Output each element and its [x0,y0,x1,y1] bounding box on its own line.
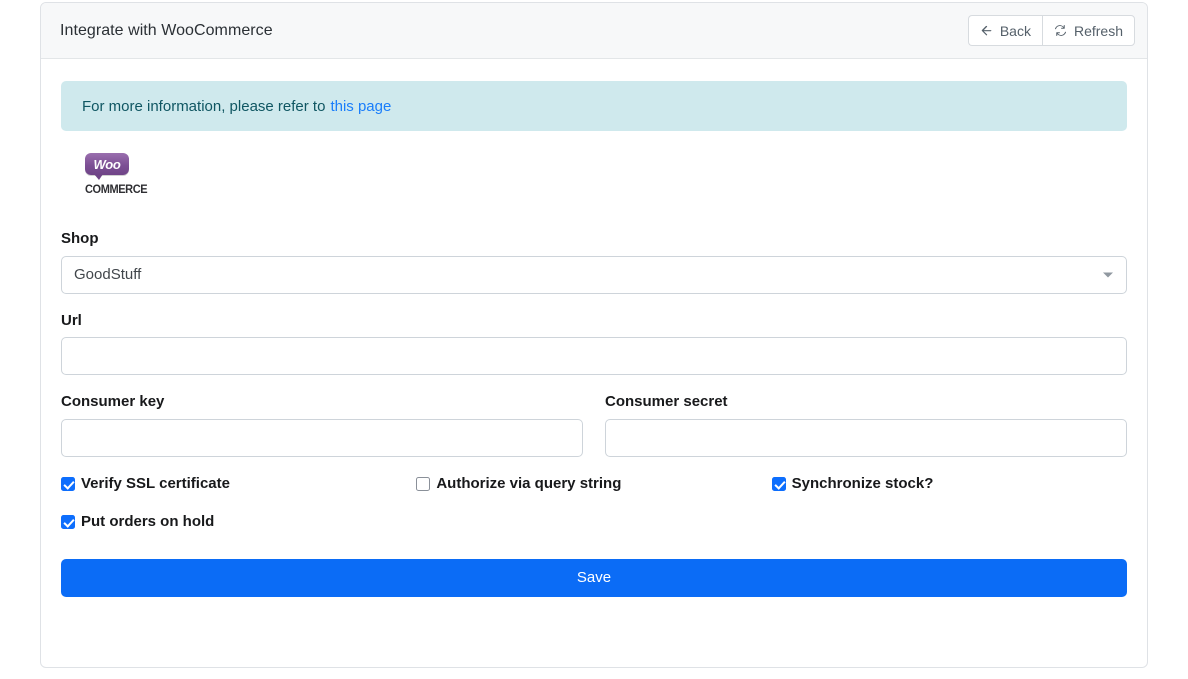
checkbox-put-orders-on-hold[interactable]: Put orders on hold [61,513,215,531]
shop-select[interactable] [61,255,1127,294]
card-body: For more information, please refer to th… [41,59,1147,597]
url-input[interactable] [61,337,1127,375]
woocommerce-logo: Woo COMMERCE [85,153,148,197]
checkbox-cell-authorize-query: Authorize via query string [416,474,771,493]
checkbox-authorize-via-query-string-box[interactable] [416,476,431,491]
checkbox-verify-ssl-certificate-label: Verify SSL certificate [81,474,230,492]
page-title: Integrate with WooCommerce [60,21,273,39]
checkbox-authorize-via-query-string-label: Authorize via query string [436,474,622,492]
url-field-group: Url [61,311,1127,375]
checkbox-synchronize-stock-box[interactable] [771,476,786,491]
arrow-left-icon [980,24,994,38]
refresh-icon [1054,24,1068,38]
checkbox-row-1: Verify SSL certificate Authorize via que… [61,474,1127,493]
integration-form: Shop Url Consumer key C [61,230,1127,597]
shop-field-group: Shop [61,230,1127,294]
back-button[interactable]: Back [967,15,1042,46]
refresh-button-label: Refresh [1073,22,1123,39]
info-alert-text: For more information, please refer to [82,97,326,115]
checkbox-cell-sync-stock: Synchronize stock? [771,474,1127,493]
checkbox-authorize-via-query-string[interactable]: Authorize via query string [416,474,622,493]
woo-commerce-wordmark: COMMERCE [85,182,148,197]
refresh-button[interactable]: Refresh [1041,15,1135,46]
checkbox-verify-ssl-certificate-box[interactable] [61,476,75,491]
consumer-key-label: Consumer key [61,393,165,410]
info-alert: For more information, please refer to th… [61,81,1127,131]
shop-label: Shop [61,230,99,247]
woo-bubble-icon: Woo [85,153,129,180]
card-header: Integrate with WooCommerce Back Refresh [41,3,1147,59]
credentials-row: Consumer key Consumer secret [61,393,1127,457]
checkbox-synchronize-stock[interactable]: Synchronize stock? [771,474,934,493]
checkbox-cell-orders-hold: Put orders on hold [61,513,416,531]
consumer-secret-field-group: Consumer secret [605,393,1127,457]
consumer-secret-input[interactable] [605,418,1127,457]
checkbox-put-orders-on-hold-box[interactable] [61,515,75,530]
info-alert-link[interactable]: this page [330,98,391,115]
url-label: Url [61,311,82,329]
back-button-label: Back [999,22,1031,39]
consumer-secret-label: Consumer secret [605,393,728,410]
save-button[interactable]: Save [61,558,1127,597]
checkbox-put-orders-on-hold-label: Put orders on hold [81,513,215,530]
header-actions: Back Refresh [967,15,1135,46]
consumer-key-input[interactable] [61,418,583,457]
checkbox-row-2-spacer-a [416,514,771,531]
consumer-key-field-group: Consumer key [61,393,583,457]
checkbox-row-2: Put orders on hold [61,513,1127,531]
page-root: Integrate with WooCommerce Back Refresh … [0,0,1188,679]
woo-bubble-text: Woo [93,156,121,172]
shop-select-wrap [61,255,1127,294]
integration-card: Integrate with WooCommerce Back Refresh … [40,2,1148,668]
checkbox-verify-ssl-certificate[interactable]: Verify SSL certificate [61,474,230,493]
checkbox-row-2-spacer-b [772,514,1127,531]
checkbox-synchronize-stock-label: Synchronize stock? [791,474,934,492]
checkbox-cell-verify-ssl: Verify SSL certificate [61,474,416,493]
